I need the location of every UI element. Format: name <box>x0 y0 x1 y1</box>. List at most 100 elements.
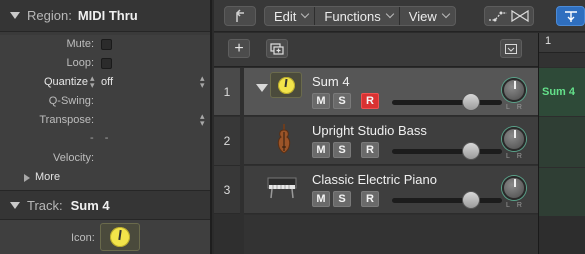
record-enable-button[interactable]: R <box>361 191 379 207</box>
collapse-button[interactable] <box>500 39 522 58</box>
pan-left-label: L <box>506 202 517 209</box>
pan-right-label: R <box>516 202 529 209</box>
region-parameters: Mute: Loop: Quantize ▴ ▾ off ▴ ▾ Q-Swing: … <box>0 35 210 190</box>
loop-checkbox[interactable] <box>101 58 112 69</box>
pan-right-label: R <box>516 153 529 160</box>
disclosure-right-icon[interactable] <box>24 174 30 182</box>
velocity-row: Velocity: <box>0 149 210 168</box>
volume-fader-knob[interactable] <box>462 142 481 160</box>
volume-fader-knob[interactable] <box>462 93 481 111</box>
catch-button[interactable] <box>556 6 585 26</box>
electric-piano-icon <box>267 177 297 199</box>
view-menu-label: View <box>408 8 437 24</box>
track-name: Sum 4 <box>70 197 110 213</box>
track-row-1[interactable]: 1 Sum 4 M S R LR <box>214 68 538 116</box>
pan-lr-label: LR <box>506 104 529 111</box>
more-disclosure[interactable]: More <box>0 168 210 187</box>
edit-menu-label: Edit <box>274 8 297 24</box>
track-row-3[interactable]: 3 Classic Electric Piano M S R LR <box>214 166 538 214</box>
track-header[interactable]: Classic Electric Piano M S R LR <box>244 166 538 214</box>
functions-menu-label: Functions <box>324 8 381 24</box>
pan-knob[interactable] <box>502 176 526 200</box>
track-list-header: + <box>214 33 538 67</box>
track-name[interactable]: Upright Studio Bass <box>312 123 427 138</box>
mute-checkbox[interactable] <box>101 39 112 50</box>
transpose-label: Transpose: <box>39 114 94 126</box>
separator-row: - - <box>0 130 210 149</box>
upright-bass-icon <box>277 124 291 154</box>
disclosure-triangle-icon[interactable] <box>10 201 20 209</box>
solo-button[interactable]: S <box>333 142 351 158</box>
track-row-2[interactable]: 2 Upright Studio Bass M S R LR <box>214 117 538 166</box>
track-header[interactable]: Upright Studio Bass M S R LR <box>244 117 538 165</box>
pan-lr-label: LR <box>506 202 529 209</box>
bar-ruler[interactable]: 1 <box>539 33 585 53</box>
automation-icon[interactable] <box>487 9 509 23</box>
view-menu[interactable]: View <box>400 7 455 25</box>
tracks-area[interactable]: 1 Sum 4 <box>538 33 585 254</box>
quantize-row[interactable]: Quantize ▴ ▾ off ▴ ▾ <box>0 73 210 92</box>
mute-button[interactable]: M <box>312 93 330 109</box>
back-arrow-icon <box>236 9 244 22</box>
record-enable-button[interactable]: R <box>361 142 379 158</box>
duplicate-track-button[interactable] <box>266 39 288 58</box>
track-number: 1 <box>214 68 240 116</box>
track-header[interactable]: Sum 4 M S R LR <box>244 68 538 116</box>
chevron-down-icon <box>385 9 395 19</box>
record-enable-button[interactable]: R <box>361 93 379 109</box>
transpose-row: Transpose: ▴ ▾ <box>0 111 210 130</box>
quantize-label: Quantize <box>43 76 88 88</box>
metronome-icon <box>110 227 130 247</box>
loop-label: Loop: <box>66 57 94 69</box>
pan-right-label: R <box>516 104 529 111</box>
quantize-popup-icon[interactable]: ▴ ▾ <box>200 74 205 90</box>
transpose-popup-icon[interactable]: ▴ ▾ <box>200 112 205 128</box>
mute-button[interactable]: M <box>312 142 330 158</box>
inspector-panel: Region: MIDI Thru Mute: Loop: Quantize ▴… <box>0 0 212 254</box>
track-lane-2[interactable] <box>539 117 585 167</box>
flex-icon[interactable] <box>509 9 531 23</box>
mute-label: Mute: <box>66 38 94 50</box>
separator-text: - - <box>90 132 113 144</box>
mute-button[interactable]: M <box>312 191 330 207</box>
pan-knob[interactable] <box>502 127 526 151</box>
track-icon[interactable] <box>270 72 302 98</box>
volume-fader-track[interactable] <box>392 100 502 105</box>
collapse-icon <box>505 43 517 54</box>
functions-menu[interactable]: Functions <box>315 7 400 25</box>
track-number: 2 <box>214 117 240 166</box>
volume-fader-knob[interactable] <box>462 191 481 209</box>
quantize-value[interactable]: off <box>101 76 113 88</box>
more-label: More <box>35 171 61 183</box>
plus-icon: + <box>234 39 244 57</box>
volume-fader-track[interactable] <box>392 149 502 154</box>
region-inspector-header[interactable]: Region: MIDI Thru <box>0 0 210 32</box>
track-lane-3[interactable] <box>539 168 585 216</box>
back-button[interactable] <box>224 6 256 26</box>
summing-region[interactable]: Sum 4 <box>539 68 585 116</box>
logic-pro-window: Region: MIDI Thru Mute: Loop: Quantize ▴… <box>0 0 585 254</box>
edit-menu[interactable]: Edit <box>265 7 316 25</box>
quantize-stepper-icon[interactable]: ▴ ▾ <box>90 74 95 90</box>
bar-number: 1 <box>545 35 552 47</box>
solo-button[interactable]: S <box>333 93 351 109</box>
add-track-button[interactable]: + <box>228 39 250 58</box>
track-inspector-header[interactable]: Track: Sum 4 <box>0 190 210 220</box>
track-name[interactable]: Classic Electric Piano <box>312 172 437 187</box>
pan-knob[interactable] <box>502 78 526 102</box>
solo-button[interactable]: S <box>333 191 351 207</box>
volume-fader-track[interactable] <box>392 198 502 203</box>
qswing-label: Q-Swing: <box>48 95 94 107</box>
track-number: 3 <box>214 166 240 214</box>
disclosure-triangle-icon[interactable] <box>10 12 20 19</box>
track-name[interactable]: Sum 4 <box>312 74 350 89</box>
loop-row: Loop: <box>0 54 210 73</box>
disclosure-triangle-icon[interactable] <box>256 84 268 92</box>
track-label: Track: <box>27 197 63 213</box>
menu-bar: Edit Functions View <box>264 6 456 26</box>
track-icon-picker[interactable] <box>100 223 140 251</box>
duplicate-track-icon <box>270 42 284 55</box>
empty-track-area[interactable] <box>244 215 538 254</box>
pan-left-label: L <box>506 104 517 111</box>
tracks-toolbar: Edit Functions View <box>214 0 585 32</box>
